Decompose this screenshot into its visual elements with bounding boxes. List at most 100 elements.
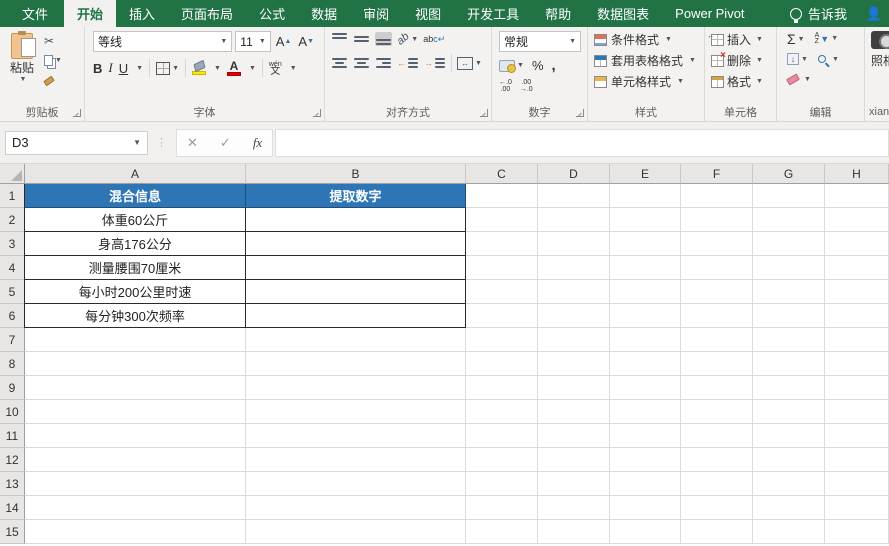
cell-F7[interactable]	[681, 328, 753, 352]
cell-C1[interactable]	[466, 184, 538, 208]
cell-B2[interactable]	[246, 208, 466, 232]
increase-indent-button[interactable]: →	[424, 56, 446, 70]
percent-style-button[interactable]: %	[532, 58, 544, 73]
cell-F11[interactable]	[681, 424, 753, 448]
row-header-9[interactable]: 9	[0, 376, 25, 400]
cell-E13[interactable]	[610, 472, 681, 496]
cell-G7[interactable]	[753, 328, 825, 352]
align-left-button[interactable]	[331, 56, 348, 70]
fill-button[interactable]: ↓▼	[787, 53, 808, 65]
cell-H5[interactable]	[825, 280, 889, 304]
camera-button[interactable]: 照相	[871, 31, 889, 69]
column-header-D[interactable]: D	[538, 164, 610, 184]
cell-F8[interactable]	[681, 352, 753, 376]
cell-A10[interactable]	[25, 400, 246, 424]
dialog-launcher-icon[interactable]	[576, 109, 584, 117]
share-person-icon[interactable]: 👤	[861, 0, 887, 27]
cell-D12[interactable]	[538, 448, 610, 472]
decrease-indent-button[interactable]: ←	[397, 56, 419, 70]
cell-H1[interactable]	[825, 184, 889, 208]
cell-E14[interactable]	[610, 496, 681, 520]
cell-C2[interactable]	[466, 208, 538, 232]
cell-H7[interactable]	[825, 328, 889, 352]
cell-F13[interactable]	[681, 472, 753, 496]
cell-D11[interactable]	[538, 424, 610, 448]
row-header-11[interactable]: 11	[0, 424, 25, 448]
cell-C3[interactable]	[466, 232, 538, 256]
cell-B8[interactable]	[246, 352, 466, 376]
bold-button[interactable]: B	[93, 61, 102, 76]
cell-B5[interactable]	[246, 280, 466, 304]
cell-F12[interactable]	[681, 448, 753, 472]
cell-E3[interactable]	[610, 232, 681, 256]
format-as-table-button[interactable]: 套用表格格式▼	[594, 51, 698, 70]
tab-formulas[interactable]: 公式	[246, 0, 298, 27]
cell-H10[interactable]	[825, 400, 889, 424]
cell-C4[interactable]	[466, 256, 538, 280]
cut-button[interactable]: ✂	[44, 33, 66, 49]
cell-G5[interactable]	[753, 280, 825, 304]
cell-H4[interactable]	[825, 256, 889, 280]
cell-H12[interactable]	[825, 448, 889, 472]
align-right-button[interactable]	[375, 56, 392, 70]
align-bottom-button[interactable]	[375, 32, 392, 46]
cell-C5[interactable]	[466, 280, 538, 304]
cell-D6[interactable]	[538, 304, 610, 328]
align-top-button[interactable]	[331, 32, 348, 46]
tab-review[interactable]: 审阅	[350, 0, 402, 27]
autosum-button[interactable]: Σ▼	[787, 31, 805, 47]
cell-D3[interactable]	[538, 232, 610, 256]
column-header-H[interactable]: H	[825, 164, 889, 184]
cell-A5[interactable]: 每小时200公里时速	[24, 280, 246, 304]
cell-B4[interactable]	[246, 256, 466, 280]
cell-C14[interactable]	[466, 496, 538, 520]
cell-H6[interactable]	[825, 304, 889, 328]
increase-font-size-button[interactable]: A▲	[274, 34, 294, 49]
cell-H8[interactable]	[825, 352, 889, 376]
column-header-C[interactable]: C	[466, 164, 538, 184]
select-all-corner[interactable]	[0, 164, 25, 184]
cell-C13[interactable]	[466, 472, 538, 496]
paste-button[interactable]: 粘贴 ▼	[4, 31, 40, 103]
cell-F4[interactable]	[681, 256, 753, 280]
copy-button[interactable]: ▼	[44, 52, 66, 68]
row-header-8[interactable]: 8	[0, 352, 25, 376]
cell-C10[interactable]	[466, 400, 538, 424]
cell-D1[interactable]	[538, 184, 610, 208]
cell-E11[interactable]	[610, 424, 681, 448]
cell-H14[interactable]	[825, 496, 889, 520]
cell-F14[interactable]	[681, 496, 753, 520]
cell-G13[interactable]	[753, 472, 825, 496]
enter-icon[interactable]: ✓	[220, 135, 231, 151]
column-header-E[interactable]: E	[610, 164, 681, 184]
row-header-7[interactable]: 7	[0, 328, 25, 352]
format-painter-button[interactable]	[44, 71, 66, 87]
sort-filter-button[interactable]: AZ▼▼	[815, 33, 839, 45]
cell-B1[interactable]: 提取数字	[246, 184, 466, 208]
row-header-5[interactable]: 5	[0, 280, 25, 304]
cell-E4[interactable]	[610, 256, 681, 280]
decrease-decimal-button[interactable]: .00→.0	[520, 79, 533, 93]
cell-E12[interactable]	[610, 448, 681, 472]
cell-D9[interactable]	[538, 376, 610, 400]
phonetic-guide-button[interactable]: wén 文	[269, 61, 282, 75]
comma-style-button[interactable]: ,	[552, 57, 556, 74]
row-header-1[interactable]: 1	[0, 184, 25, 208]
cell-B7[interactable]	[246, 328, 466, 352]
cell-B13[interactable]	[246, 472, 466, 496]
cell-C8[interactable]	[466, 352, 538, 376]
row-header-15[interactable]: 15	[0, 520, 25, 544]
cell-A1[interactable]: 混合信息	[24, 184, 246, 208]
tab-developer[interactable]: 开发工具	[454, 0, 532, 27]
cell-H3[interactable]	[825, 232, 889, 256]
decrease-font-size-button[interactable]: A▼	[296, 34, 316, 49]
cell-G10[interactable]	[753, 400, 825, 424]
cancel-icon[interactable]: ✕	[187, 135, 198, 151]
cell-G11[interactable]	[753, 424, 825, 448]
cell-G15[interactable]	[753, 520, 825, 544]
row-header-14[interactable]: 14	[0, 496, 25, 520]
cell-styles-button[interactable]: 单元格样式▼	[594, 72, 698, 91]
cell-B10[interactable]	[246, 400, 466, 424]
tab-power-pivot[interactable]: Power Pivot	[662, 0, 757, 27]
cell-E10[interactable]	[610, 400, 681, 424]
